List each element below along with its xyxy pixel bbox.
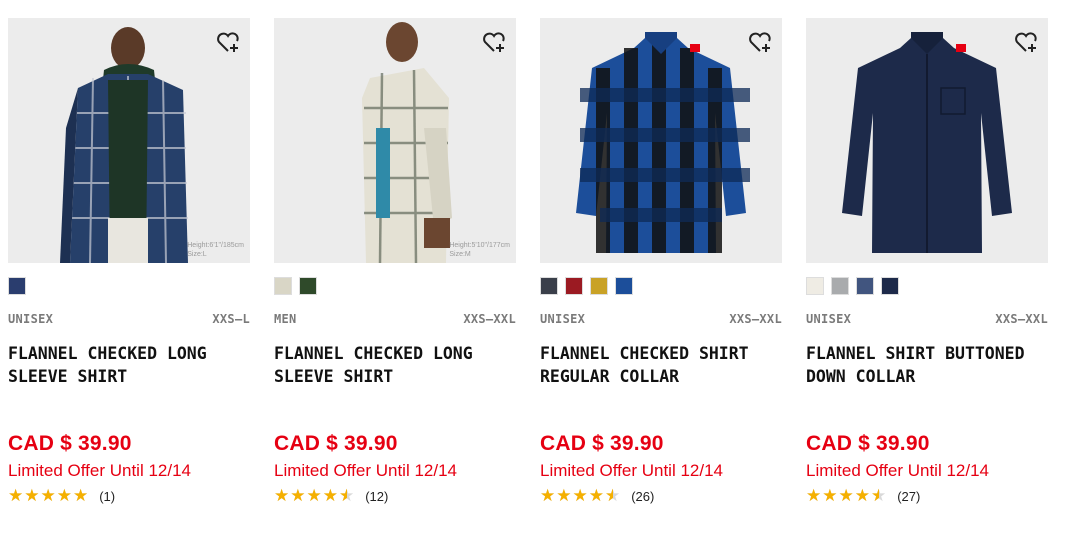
- product-image[interactable]: Height:5'10"/177cm Size:M: [274, 18, 516, 263]
- size-range: XXS–XXL: [463, 312, 516, 326]
- color-swatch[interactable]: [881, 277, 899, 295]
- heart-plus-icon[interactable]: [1012, 28, 1040, 56]
- product-meta: MEN XXS–XXL: [274, 312, 516, 326]
- color-swatches: [806, 277, 1048, 295]
- product-image[interactable]: [540, 18, 782, 263]
- product-name[interactable]: FLANNEL CHECKED LONG SLEEVE SHIRT: [274, 342, 516, 410]
- product-image[interactable]: Height:6'1"/185cm Size:L: [8, 18, 250, 263]
- product-name[interactable]: FLANNEL CHECKED LONG SLEEVE SHIRT: [8, 342, 250, 410]
- product-price: CAD $ 39.90: [8, 432, 132, 455]
- product-meta: UNISEX XXS–XXL: [806, 312, 1048, 326]
- product-card[interactable]: Height:6'1"/185cm Size:L UNISEX XXS–L FL…: [8, 18, 250, 505]
- limited-offer: Limited Offer Until 12/14: [8, 461, 191, 480]
- color-swatches: [540, 277, 782, 295]
- limited-offer: Limited Offer Until 12/14: [540, 461, 723, 480]
- product-card[interactable]: UNISEX XXS–XXL FLANNEL SHIRT BUTTONED DO…: [806, 18, 1048, 505]
- review-count: (1): [99, 488, 116, 504]
- model-size: Size:M: [449, 251, 471, 258]
- star-icon: ★★★★★: [806, 487, 879, 505]
- heart-plus-icon[interactable]: [746, 28, 774, 56]
- product-name[interactable]: FLANNEL CHECKED SHIRT REGULAR COLLAR: [540, 342, 782, 410]
- color-swatch[interactable]: [8, 277, 26, 295]
- star-rating: ★★★★★ ★★★★★: [8, 487, 89, 505]
- product-price: CAD $ 39.90: [274, 432, 398, 455]
- gender-label: UNISEX: [806, 312, 852, 326]
- star-icon: ★★★★★: [8, 487, 90, 505]
- gender-label: UNISEX: [540, 312, 586, 326]
- star-rating: ★★★★★ ★★★★★: [274, 487, 355, 505]
- rating[interactable]: ★★★★★ ★★★★★ (1): [8, 487, 250, 505]
- size-range: XXS–L: [212, 312, 250, 326]
- color-swatch[interactable]: [806, 277, 824, 295]
- size-range: XXS–XXL: [995, 312, 1048, 326]
- product-card[interactable]: Height:5'10"/177cm Size:M MEN XXS–XXL FL…: [274, 18, 516, 505]
- product-meta: UNISEX XXS–L: [8, 312, 250, 326]
- star-icon: ★★★★★: [274, 487, 347, 505]
- gender-label: UNISEX: [8, 312, 54, 326]
- star-rating: ★★★★★ ★★★★★: [806, 487, 887, 505]
- review-count: (12): [365, 488, 389, 504]
- product-image[interactable]: [806, 18, 1048, 263]
- product-price: CAD $ 39.90: [806, 432, 930, 455]
- product-meta: UNISEX XXS–XXL: [540, 312, 782, 326]
- heart-plus-icon[interactable]: [214, 28, 242, 56]
- color-swatch[interactable]: [831, 277, 849, 295]
- heart-plus-icon[interactable]: [480, 28, 508, 56]
- model-size: Size:L: [187, 251, 207, 258]
- product-name[interactable]: FLANNEL SHIRT BUTTONED DOWN COLLAR: [806, 342, 1048, 410]
- model-height: Height:6'1"/185cm: [187, 242, 244, 249]
- color-swatch[interactable]: [299, 277, 317, 295]
- product-price: CAD $ 39.90: [540, 432, 664, 455]
- model-info: Height:6'1"/185cm Size:L: [187, 241, 244, 259]
- gender-label: MEN: [274, 312, 297, 326]
- limited-offer: Limited Offer Until 12/14: [806, 461, 989, 480]
- rating[interactable]: ★★★★★ ★★★★★ (26): [540, 487, 782, 505]
- color-swatch[interactable]: [540, 277, 558, 295]
- color-swatch[interactable]: [856, 277, 874, 295]
- model-info: Height:5'10"/177cm Size:M: [449, 241, 510, 259]
- star-rating: ★★★★★ ★★★★★: [540, 487, 621, 505]
- review-count: (26): [631, 488, 655, 504]
- model-height: Height:5'10"/177cm: [449, 242, 510, 249]
- rating[interactable]: ★★★★★ ★★★★★ (27): [806, 487, 1048, 505]
- limited-offer: Limited Offer Until 12/14: [274, 461, 457, 480]
- size-range: XXS–XXL: [729, 312, 782, 326]
- product-grid: Height:6'1"/185cm Size:L UNISEX XXS–L FL…: [8, 18, 1048, 505]
- color-swatch[interactable]: [565, 277, 583, 295]
- rating[interactable]: ★★★★★ ★★★★★ (12): [274, 487, 516, 505]
- star-icon: ★★★★★: [540, 487, 613, 505]
- color-swatch[interactable]: [615, 277, 633, 295]
- color-swatches: [274, 277, 516, 295]
- review-count: (27): [897, 488, 921, 504]
- color-swatch[interactable]: [274, 277, 292, 295]
- color-swatches: [8, 277, 250, 295]
- product-card[interactable]: UNISEX XXS–XXL FLANNEL CHECKED SHIRT REG…: [540, 18, 782, 505]
- color-swatch[interactable]: [590, 277, 608, 295]
